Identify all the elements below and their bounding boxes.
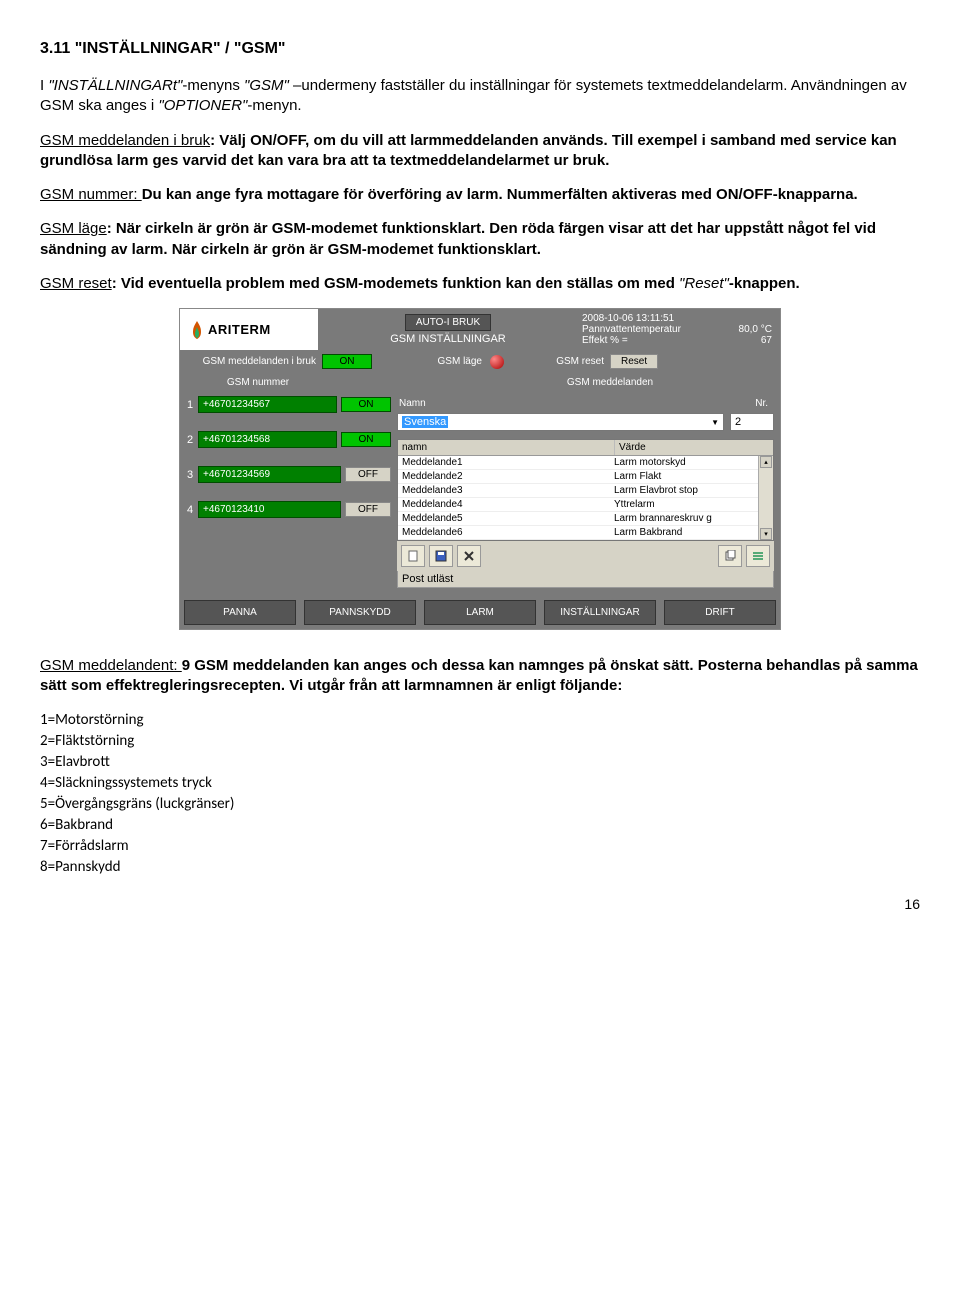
auto-button[interactable]: AUTO-I BRUK [405,314,491,331]
status-post: Post utläst [397,571,774,588]
table-row[interactable]: Meddelande2Larm Flakt [398,470,758,484]
flame-icon [190,321,204,339]
number-toggle-4[interactable]: OFF [345,502,391,517]
number-field-1[interactable]: +46701234567 [198,396,337,413]
reset-button[interactable]: Reset [610,354,658,369]
scroll-up-icon[interactable]: ▴ [760,456,772,468]
label-gsm-meddelanden: GSM meddelanden [328,377,772,388]
brand-logo: ARITERM [180,309,318,350]
delete-button[interactable] [457,545,481,567]
label-gsm-lage: GSM läge [372,356,486,367]
bottom-nav: PANNA PANNSKYDD LARM INSTÄLLNINGAR DRIFT [180,596,780,629]
para-2: GSM meddelanden i bruk: Välj ON/OFF, om … [40,131,920,172]
para-4: GSM läge: När cirkeln är grön är GSM-mod… [40,219,920,260]
number-toggle-3[interactable]: OFF [345,467,391,482]
para-5: GSM reset: Vid eventuella problem med GS… [40,274,920,294]
table-row[interactable]: Meddelande1Larm motorskyd [398,456,758,470]
new-button[interactable] [401,545,425,567]
number-toggle-2[interactable]: ON [341,432,391,447]
table-row[interactable]: Meddelande4Yttrelarm [398,498,758,512]
number-field-3[interactable]: +46701234569 [198,466,341,483]
col-header-namn: namn [398,440,615,455]
app-screenshot: ARITERM AUTO-I BRUK GSM INSTÄLLNINGAR 20… [179,308,781,630]
scroll-down-icon[interactable]: ▾ [760,528,772,540]
nav-pannskydd[interactable]: PANNSKYDD [304,600,416,625]
name-select[interactable]: Svenska ▼ [397,413,724,431]
label-gsm-reset: GSM reset [504,356,610,367]
page-number: 16 [40,896,920,912]
message-table: namn Värde Meddelande1Larm motorskyd Med… [397,439,774,541]
table-row[interactable]: Meddelande6Larm Bakbrand [398,526,758,540]
larm-list: 1=Motorstörning 2=Fläktstörning 3=Elavbr… [40,711,920,876]
nav-installningar[interactable]: INSTÄLLNINGAR [544,600,656,625]
nr-field[interactable]: 2 [730,413,774,431]
col-header-varde: Värde [615,440,773,455]
nav-panna[interactable]: PANNA [184,600,296,625]
number-row-1: 1 +46701234567 ON [186,396,391,413]
section-heading: 3.11 "INSTÄLLNINGAR" / "GSM" [40,40,920,58]
label-gsm-nummer: GSM nummer [188,377,328,388]
screen-title: GSM INSTÄLLNINGAR [390,333,506,345]
table-row[interactable]: Meddelande5Larm brannareskruv g [398,512,758,526]
scrollbar[interactable]: ▴ ▾ [758,456,773,540]
gsm-status-indicator [490,355,504,369]
label-nr: Nr. [755,398,768,409]
copy-button[interactable] [718,545,742,567]
number-toggle-1[interactable]: ON [341,397,391,412]
list-button[interactable] [746,545,770,567]
label-namn: Namn [399,398,426,409]
label-gsm-medd-bruk: GSM meddelanden i bruk [186,356,322,367]
para-1: I "INSTÄLLNINGARt"-menyns "GSM" –underme… [40,76,920,117]
number-field-4[interactable]: +4670123410 [198,501,341,518]
save-button[interactable] [429,545,453,567]
status-area: 2008-10-06 13:11:51 Pannvattentemperatur… [578,309,780,350]
chevron-down-icon: ▼ [711,418,719,427]
gsm-medd-on-button[interactable]: ON [322,354,372,369]
toolbar [397,541,774,571]
nav-drift[interactable]: DRIFT [664,600,776,625]
para-6: GSM meddelandent: 9 GSM meddelanden kan … [40,656,920,697]
para-3: GSM nummer: Du kan ange fyra mottagare f… [40,185,920,205]
nav-larm[interactable]: LARM [424,600,536,625]
table-row[interactable]: Meddelande3Larm Elavbrot stop [398,484,758,498]
number-field-2[interactable]: +46701234568 [198,431,337,448]
numbers-column: 1 +46701234567 ON 2 +46701234568 ON 3 +4… [186,396,391,588]
